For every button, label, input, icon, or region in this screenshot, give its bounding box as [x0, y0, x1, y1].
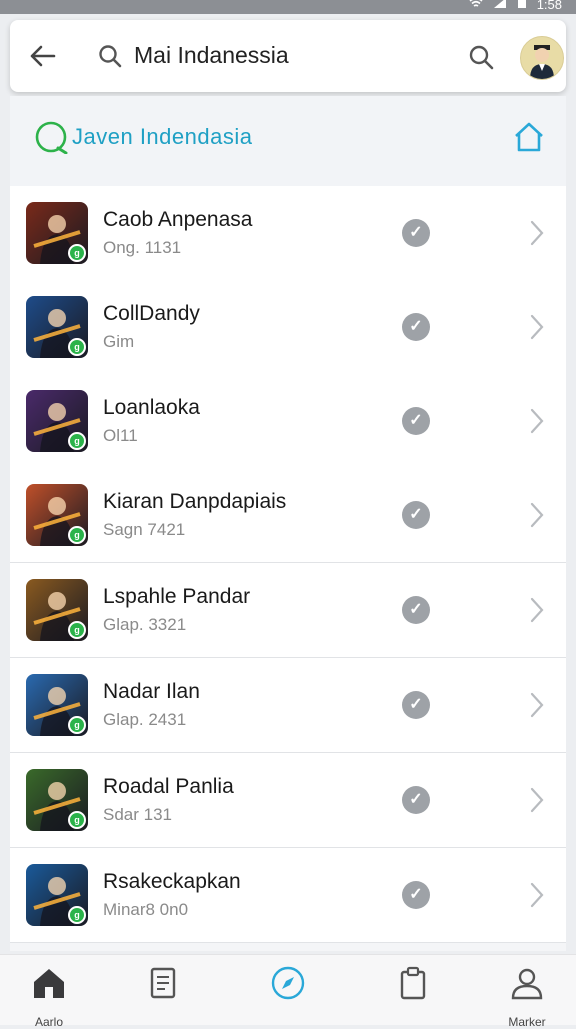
bottom-tab-bar: Aarlo Marker [0, 954, 576, 1029]
app-title: Caob Anpenasa [103, 208, 253, 231]
check-icon[interactable]: ✓ [402, 407, 430, 435]
app-title: Kiaran Danpdapiais [103, 490, 287, 513]
verified-badge-icon: g [68, 716, 86, 734]
app-icon: g [26, 390, 88, 452]
app-icon: g [26, 579, 88, 641]
tab-label: Marker [508, 1015, 546, 1029]
chevron-right-icon [530, 597, 544, 623]
search-bar: Mai Indanessia [10, 20, 566, 92]
chevron-right-icon [530, 787, 544, 813]
app-subtitle: Gim [103, 332, 135, 351]
check-icon[interactable]: ✓ [402, 881, 430, 909]
page-header: Javen Indendasia [10, 96, 566, 186]
search-icon [469, 45, 494, 70]
list-item[interactable]: g Rsakeckapkan Minar8 0n0 ✓ [10, 848, 566, 943]
back-button[interactable] [28, 42, 58, 70]
verified-badge-icon: g [68, 338, 86, 356]
battery-icon [517, 0, 527, 12]
chevron-right-icon [530, 314, 544, 340]
app-title: Nadar Ilan [103, 680, 200, 703]
check-icon[interactable]: ✓ [402, 596, 430, 624]
verified-badge-icon: g [68, 526, 86, 544]
search-button[interactable] [468, 44, 494, 70]
brand-logo-icon [34, 120, 68, 155]
chevron-right-icon [530, 220, 544, 246]
status-bar: 1:58 [0, 0, 576, 14]
list-item[interactable]: g Caob Anpenasa Ong. 1131 ✓ [10, 186, 566, 281]
chevron-right-icon [530, 692, 544, 718]
app-subtitle: Sagn 7421 [103, 520, 186, 539]
app-icon: g [26, 674, 88, 736]
search-icon [98, 44, 122, 68]
app-title: Roadal Panlia [103, 775, 234, 798]
app-title: Lspahle Pandar [103, 585, 251, 608]
tab-clipboard[interactable] [378, 965, 448, 1025]
status-icons: 1:58 [469, 0, 562, 12]
brand-title: Javen Indendasia [72, 124, 253, 149]
verified-badge-icon: g [68, 621, 86, 639]
app-subtitle: Minar8 0n0 [103, 900, 189, 919]
app-title: CollDandy [103, 302, 200, 325]
list-item[interactable]: g Kiaran Danpdapiais Sagn 7421 ✓ [10, 468, 566, 563]
list-item[interactable]: g Roadal Panlia Sdar 131 ✓ [10, 753, 566, 848]
check-icon[interactable]: ✓ [402, 501, 430, 529]
app-subtitle: Glap. 3321 [103, 615, 187, 634]
app-icon: g [26, 296, 88, 358]
check-icon[interactable]: ✓ [402, 691, 430, 719]
check-icon[interactable]: ✓ [402, 219, 430, 247]
app-icon: g [26, 484, 88, 546]
list-item[interactable]: g Loanlaoka Ol11 ✓ [10, 374, 566, 469]
tab-profile[interactable]: Marker [492, 965, 562, 1029]
app-list: g Caob Anpenasa Ong. 1131 ✓ g CollDandy Gim ✓ g L… [10, 186, 566, 951]
list-item[interactable]: g CollDandy Gim ✓ [10, 280, 566, 375]
arrow-left-icon [30, 45, 56, 67]
tab-label: Aarlo [34, 1015, 63, 1029]
verified-badge-icon: g [68, 906, 86, 924]
home-icon [34, 969, 64, 998]
tab-explore[interactable] [253, 965, 323, 1025]
compass-icon [271, 966, 305, 1000]
check-icon[interactable]: ✓ [402, 786, 430, 814]
app-title: Loanlaoka [103, 396, 200, 419]
document-icon [150, 967, 176, 999]
home-button[interactable] [512, 120, 546, 154]
verified-badge-icon: g [68, 244, 86, 262]
avatar[interactable] [520, 36, 564, 80]
verified-badge-icon: g [68, 811, 86, 829]
list-item[interactable]: g Nadar Ilan Glap. 2431 ✓ [10, 658, 566, 753]
person-icon [511, 968, 543, 1000]
app-title: Rsakeckapkan [103, 870, 241, 893]
app-icon: g [26, 769, 88, 831]
chevron-right-icon [530, 882, 544, 908]
user-avatar-icon [530, 45, 554, 79]
clipboard-icon [400, 966, 426, 1000]
check-icon[interactable]: ✓ [402, 313, 430, 341]
chevron-right-icon [530, 502, 544, 528]
search-input[interactable]: Mai Indanessia [134, 42, 289, 69]
wifi-icon [469, 0, 483, 12]
home-icon [515, 122, 543, 152]
verified-badge-icon: g [68, 432, 86, 450]
list-item[interactable]: g Lspahle Pandar Glap. 3321 ✓ [10, 563, 566, 658]
signal-icon [493, 0, 507, 12]
app-subtitle: Sdar 131 [103, 805, 172, 824]
tab-documents[interactable] [128, 965, 198, 1025]
status-time: 1:58 [536, 0, 562, 12]
app-subtitle: Glap. 2431 [103, 710, 187, 729]
app-subtitle: Ong. 1131 [103, 238, 182, 257]
tab-home[interactable]: Aarlo [14, 965, 84, 1029]
chevron-right-icon [530, 408, 544, 434]
app-icon: g [26, 202, 88, 264]
app-subtitle: Ol11 [103, 426, 138, 445]
app-icon: g [26, 864, 88, 926]
